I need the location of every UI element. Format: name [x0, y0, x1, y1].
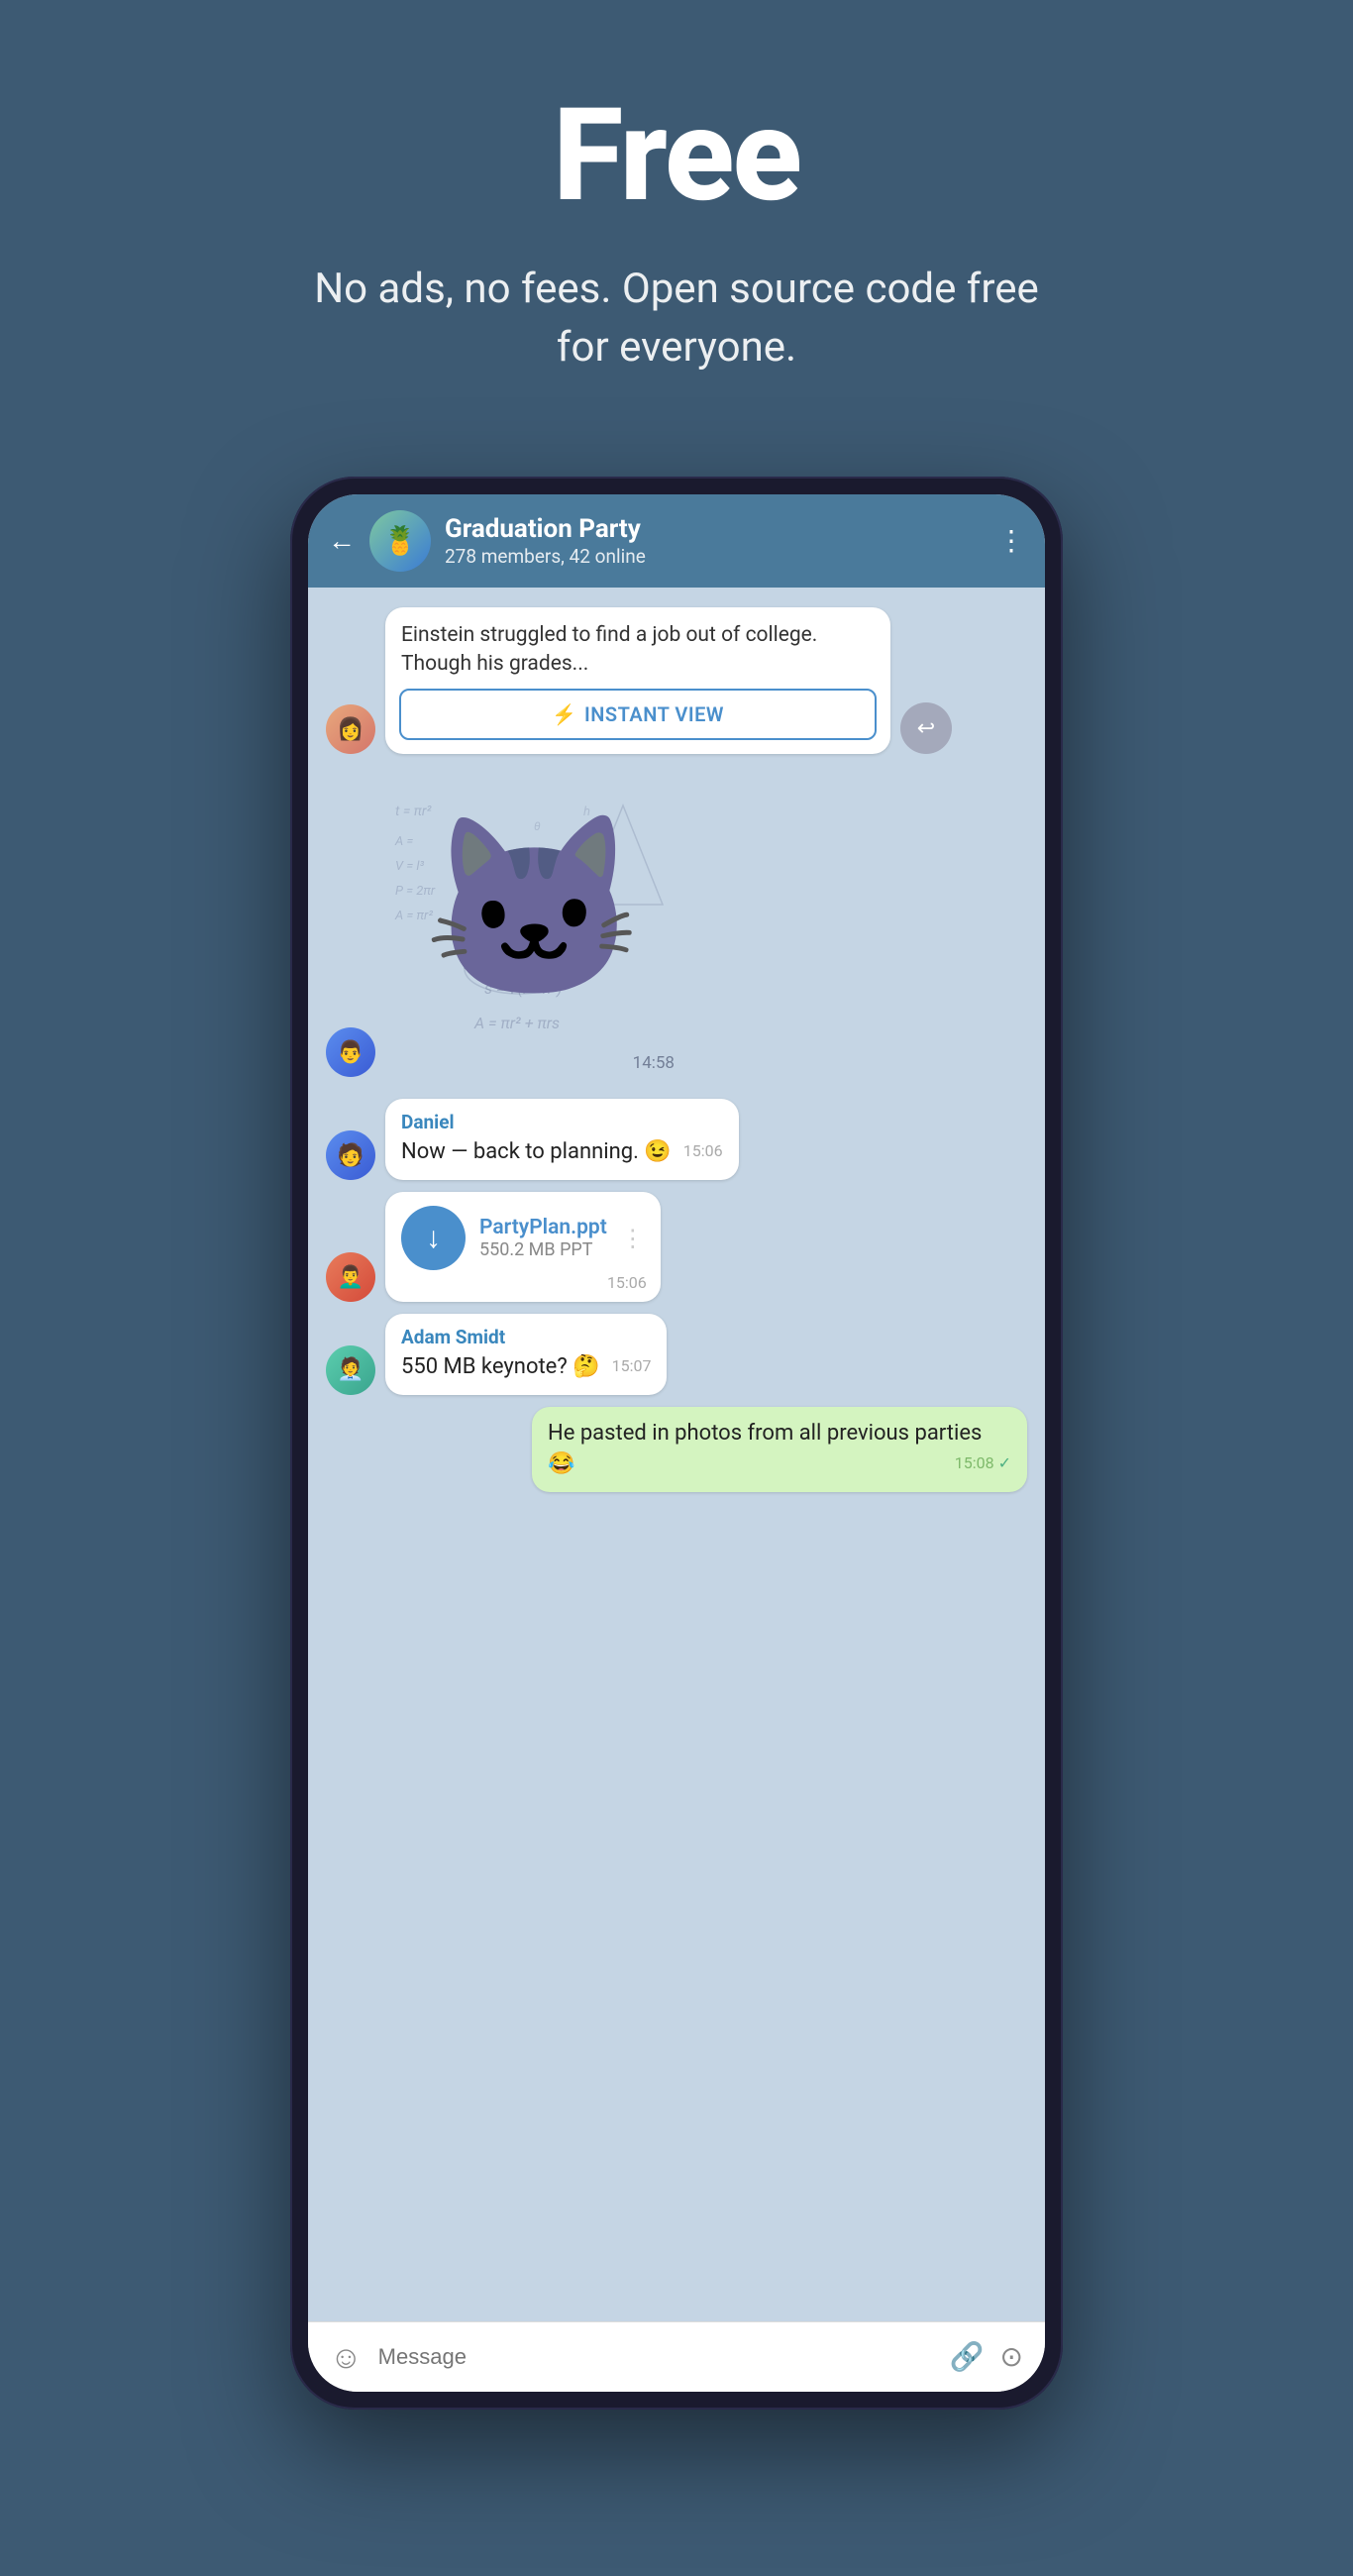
- phone-mockup: ← 🍍 Graduation Party 278 members, 42 onl…: [290, 477, 1063, 2410]
- forward-button[interactable]: ↩: [900, 702, 952, 754]
- download-arrow-icon: ↓: [426, 1221, 441, 1255]
- avatar-emoji: 👨‍🦱: [337, 1265, 364, 1290]
- chat-info: Graduation Party 278 members, 42 online: [445, 514, 984, 568]
- message-time: 15:06: [683, 1141, 723, 1160]
- message-bubble: Daniel Now — back to planning. 😉 15:06: [385, 1099, 739, 1180]
- message-text: He pasted in photos from all previous pa…: [548, 1421, 982, 1476]
- group-avatar: 🍍: [369, 510, 431, 572]
- file-size: 550.2 MB PPT: [479, 1239, 607, 1260]
- avatar-emoji: 🧑: [337, 1143, 364, 1168]
- avatar-emoji: 🧑‍💼: [337, 1357, 364, 1382]
- avatar: 👨: [326, 1027, 375, 1077]
- message-text: 550 MB keynote? 🤔: [401, 1354, 600, 1379]
- phone-outer-frame: ← 🍍 Graduation Party 278 members, 42 onl…: [290, 477, 1063, 2410]
- file-download-icon[interactable]: ↓: [401, 1206, 466, 1270]
- avatar: 👩: [326, 704, 375, 754]
- instant-view-button[interactable]: ⚡ INSTANT VIEW: [399, 689, 877, 740]
- chat-name: Graduation Party: [445, 514, 984, 545]
- forward-icon: ↩: [917, 716, 935, 741]
- message-sender: Adam Smidt: [401, 1326, 651, 1348]
- sticker-image: t = πr² A = V = l³ P = 2πr A = πr² θ h s…: [385, 776, 682, 1063]
- cat-sticker-emoji: 🐱: [423, 805, 645, 1014]
- svg-text:A =: A =: [394, 834, 413, 849]
- svg-text:A = πr² + πrs: A = πr² + πrs: [473, 1014, 560, 1032]
- message-time: 15:06: [607, 1273, 647, 1292]
- chat-body: 👩 Einstein struggled to find a job out o…: [308, 588, 1045, 2321]
- message-input[interactable]: [378, 2344, 934, 2370]
- chat-header: ← 🍍 Graduation Party 278 members, 42 onl…: [308, 494, 1045, 588]
- avatar: 🧑: [326, 1130, 375, 1180]
- message-row-outgoing: He pasted in photos from all previous pa…: [326, 1407, 1027, 1492]
- article-preview-text: Einstein struggled to find a job out of …: [385, 607, 890, 690]
- avatar: 👨‍🦱: [326, 1252, 375, 1302]
- group-avatar-emoji: 🍍: [383, 524, 418, 557]
- file-bubble: ↓ PartyPlan.ppt 550.2 MB PPT ⋮ 15:06: [385, 1192, 661, 1302]
- hero-title: Free: [40, 79, 1313, 231]
- message-time: 15:07: [612, 1356, 652, 1375]
- more-options-button[interactable]: ⋮: [997, 524, 1025, 557]
- emoji-button[interactable]: ☺: [330, 2338, 363, 2376]
- hero-section: Free No ads, no fees. Open source code f…: [0, 0, 1353, 437]
- message-text: Now — back to planning. 😉: [401, 1139, 672, 1164]
- file-name: PartyPlan.ppt: [479, 1216, 607, 1239]
- message-bubble: Adam Smidt 550 MB keynote? 🤔 15:07: [385, 1314, 667, 1395]
- avatar: 🧑‍💼: [326, 1345, 375, 1395]
- message-row: 👩 Einstein struggled to find a job out o…: [326, 607, 1027, 755]
- file-more-button[interactable]: ⋮: [621, 1225, 645, 1252]
- file-info: PartyPlan.ppt 550.2 MB PPT: [479, 1216, 607, 1260]
- attach-button[interactable]: 🔗: [950, 2340, 985, 2373]
- chat-members: 278 members, 42 online: [445, 545, 984, 568]
- message-row: 🧑‍💼 Adam Smidt 550 MB keynote? 🤔 15:07: [326, 1314, 1027, 1395]
- message-input-bar: ☺ 🔗 ⊙: [308, 2321, 1045, 2392]
- message-sender: Daniel: [401, 1111, 723, 1133]
- svg-text:V = l³: V = l³: [395, 859, 424, 874]
- avatar-emoji: 👩: [337, 717, 364, 742]
- article-bubble: Einstein struggled to find a job out of …: [385, 607, 890, 755]
- lightning-icon: ⚡: [552, 702, 576, 726]
- camera-button[interactable]: ⊙: [1000, 2340, 1023, 2373]
- back-button[interactable]: ←: [328, 524, 356, 557]
- avatar-emoji: 👨: [337, 1040, 364, 1065]
- message-time: 15:08 ✓: [955, 1453, 1011, 1472]
- instant-view-label: INSTANT VIEW: [584, 702, 724, 726]
- phone-inner-screen: ← 🍍 Graduation Party 278 members, 42 onl…: [308, 494, 1045, 2392]
- message-row: 🧑 Daniel Now — back to planning. 😉 15:06: [326, 1099, 1027, 1180]
- check-mark-icon: ✓: [998, 1453, 1011, 1472]
- sticker-container: t = πr² A = V = l³ P = 2πr A = πr² θ h s…: [385, 776, 682, 1077]
- hero-subtitle: No ads, no fees. Open source code free f…: [305, 261, 1048, 377]
- sticker-row: 👨 t = πr² A = V = l³ P = 2πr A = πr² θ: [326, 776, 1027, 1077]
- message-row: 👨‍🦱 ↓ PartyPlan.ppt 550.2 MB PPT ⋮ 15:06: [326, 1192, 1027, 1302]
- outgoing-bubble: He pasted in photos from all previous pa…: [532, 1407, 1027, 1492]
